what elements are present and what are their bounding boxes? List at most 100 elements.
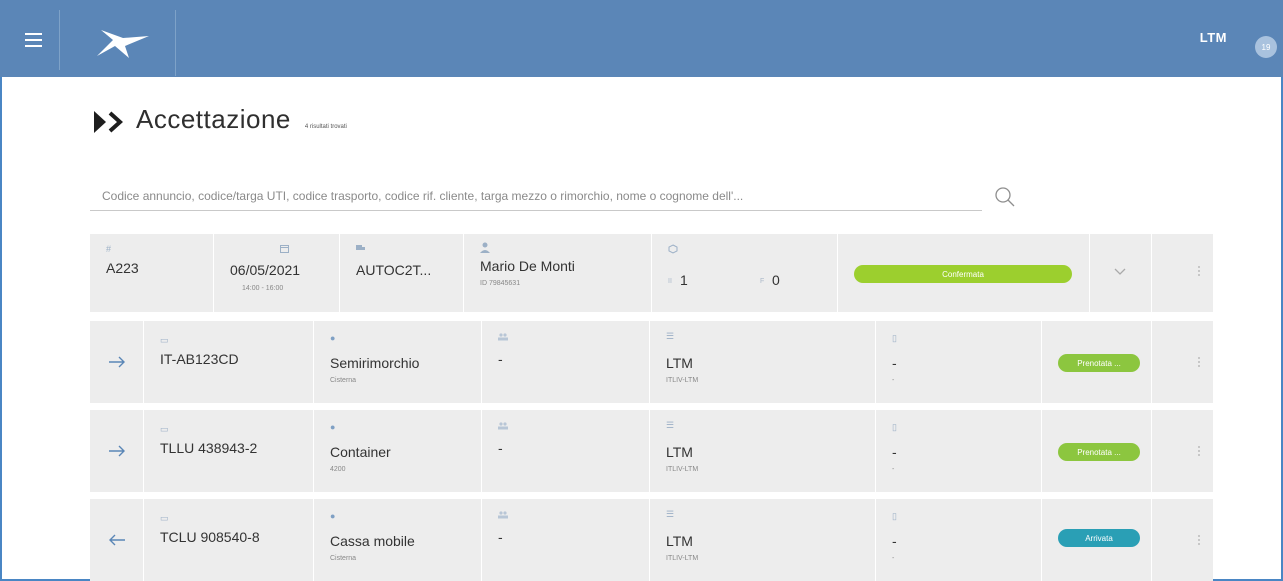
date-cell: 06/05/2021 14:00 - 16:00 [214, 234, 340, 312]
extra-cell: ▯ - - [876, 410, 1042, 492]
row-status-badge: Prenotata ... [1058, 443, 1140, 461]
count-a: 1 [680, 272, 688, 288]
arrow-right-icon [108, 445, 125, 457]
hamburger-icon [25, 29, 42, 51]
page-header: Accettazione 4 risultati trovati [92, 104, 347, 135]
top-bar: LTM 19 [0, 0, 1283, 77]
people-icon [498, 511, 508, 519]
count-b: 0 [772, 272, 780, 288]
booking-date: 06/05/2021 [230, 262, 301, 278]
extra-value: - [892, 533, 897, 549]
direction-cell [90, 321, 144, 403]
uti-cell: ▭ TLLU 438943-2 [144, 410, 314, 492]
booking-code: A223 [106, 260, 139, 276]
clipboard-icon: ▯ [892, 422, 897, 432]
building-icon: ☰ [666, 509, 675, 519]
count-a-icon: II [668, 278, 672, 285]
type-cell: ● Cassa mobile Cisterna [314, 499, 482, 581]
code-cell: # A223 [90, 234, 214, 312]
person-cell: - [482, 410, 650, 492]
uti-subtype: Cisterna [330, 377, 357, 384]
row-status-cell: Prenotata ... [1042, 410, 1152, 492]
chevron-down-icon[interactable] [1114, 268, 1126, 276]
people-icon [498, 333, 508, 341]
company-code: ITLIV-LTM [666, 555, 699, 562]
page-title: Accettazione [136, 104, 291, 134]
driver-name: Mario De Monti [480, 258, 575, 274]
company-code: ITLIV-LTM [666, 377, 699, 384]
company-name: LTM [666, 444, 693, 460]
uti-cell: ▭ IT-AB123CD [144, 321, 314, 403]
clipboard-icon: ▯ [892, 511, 897, 521]
booking-time: 14:00 - 16:00 [242, 285, 284, 292]
row-status-cell: Arrivata [1042, 499, 1152, 581]
extra-value: - [892, 444, 897, 460]
vehicle-cell: AUTOC2T... [340, 234, 464, 312]
driver-cell: Mario De Monti ID 79845631 [464, 234, 652, 312]
row-more-icon[interactable] [1198, 533, 1201, 547]
company-name: LTM [666, 355, 693, 371]
extra-sub: - [892, 466, 895, 473]
uti-code: TCLU 908540-8 [160, 529, 260, 545]
menu-button[interactable] [8, 10, 60, 70]
uti-row[interactable]: ▭ TLLU 438943-2 ● Container 4200 - ☰ LTM… [90, 410, 1213, 492]
calendar-icon [280, 245, 289, 253]
user-avatar[interactable]: 19 [1255, 36, 1277, 58]
booking-summary-row[interactable]: # A223 06/05/2021 14:00 - 16:00 AUTOC2T.… [90, 234, 1213, 312]
id-card-icon: ▭ [160, 335, 169, 345]
arrow-left-icon [108, 534, 125, 546]
count-b-icon: F [760, 278, 765, 285]
company-cell: ☰ LTM ITLIV-LTM [650, 410, 876, 492]
extra-cell: ▯ - - [876, 499, 1042, 581]
person-value: - [498, 351, 503, 367]
package-icon [668, 244, 678, 254]
row-more-icon[interactable] [1198, 355, 1201, 369]
uti-row[interactable]: ▭ TCLU 908540-8 ● Cassa mobile Cisterna … [90, 499, 1213, 581]
company-cell: ☰ LTM ITLIV-LTM [650, 499, 876, 581]
info-icon: ● [330, 333, 336, 343]
people-icon [498, 422, 508, 430]
extra-value: - [892, 355, 897, 371]
uti-type: Cassa mobile [330, 533, 415, 549]
search-icon[interactable] [994, 186, 1016, 208]
direction-cell [90, 499, 144, 581]
search-input[interactable] [90, 182, 982, 210]
app-logo[interactable] [68, 10, 176, 76]
direction-cell [90, 410, 144, 492]
uti-cell: ▭ TCLU 908540-8 [144, 499, 314, 581]
person-icon [480, 242, 490, 253]
row-status-cell: Prenotata ... [1042, 321, 1152, 403]
expand-cell[interactable] [1090, 234, 1152, 312]
building-icon: ☰ [666, 420, 675, 430]
results-count: 4 risultati trovati [304, 124, 347, 130]
driver-id: ID 79845631 [480, 280, 521, 287]
person-value: - [498, 440, 503, 456]
status-cell: Confermata [838, 234, 1090, 312]
row-status-badge: Prenotata ... [1058, 354, 1140, 372]
clipboard-icon: ▯ [892, 333, 897, 343]
company-cell: ☰ LTM ITLIV-LTM [650, 321, 876, 403]
person-cell: - [482, 321, 650, 403]
uti-code: IT-AB123CD [160, 351, 239, 367]
uti-subtype: Cisterna [330, 555, 357, 562]
person-value: - [498, 529, 503, 545]
hash-icon: # [106, 244, 112, 254]
counts-cell: II 1 F 0 [652, 234, 838, 312]
row-status-badge: Arrivata [1058, 529, 1140, 547]
uti-type: Semirimorchio [330, 355, 420, 371]
status-badge: Confermata [854, 265, 1072, 283]
vehicle-code: AUTOC2T... [356, 262, 432, 278]
extra-cell: ▯ - - [876, 321, 1042, 403]
arrow-right-icon [108, 356, 125, 368]
info-icon: ● [330, 511, 336, 521]
bird-logo-icon [96, 30, 149, 58]
building-icon: ☰ [666, 331, 675, 341]
info-icon: ● [330, 422, 336, 432]
uti-row[interactable]: ▭ IT-AB123CD ● Semirimorchio Cisterna - … [90, 321, 1213, 403]
type-cell: ● Container 4200 [314, 410, 482, 492]
uti-type: Container [330, 444, 391, 460]
id-card-icon: ▭ [160, 513, 169, 523]
company-code: ITLIV-LTM [666, 466, 699, 473]
more-menu-icon[interactable] [1198, 264, 1201, 278]
row-more-icon[interactable] [1198, 444, 1201, 458]
